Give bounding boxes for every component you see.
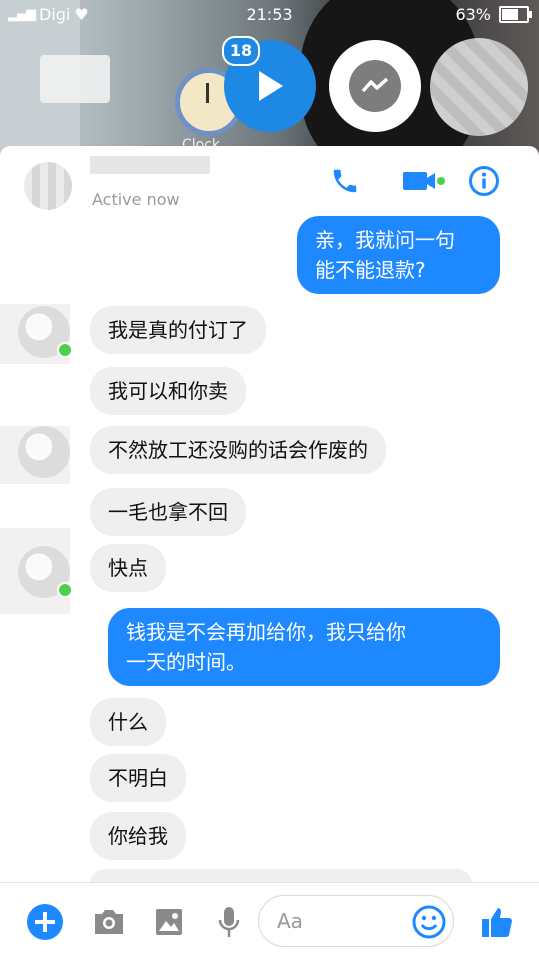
sender-avatar xyxy=(18,426,70,478)
messenger-icon xyxy=(349,60,401,112)
microphone-icon xyxy=(218,907,240,937)
background-widget xyxy=(40,55,110,103)
message-incoming[interactable]: 你给我 xyxy=(90,812,186,860)
emoji-button[interactable] xyxy=(410,903,448,941)
contact-avatar[interactable] xyxy=(24,162,72,210)
message-incoming[interactable]: 我可以和你卖 xyxy=(90,367,246,415)
camera-button[interactable] xyxy=(90,903,128,941)
online-indicator xyxy=(57,342,73,358)
message-incoming[interactable]: 一毛也拿不回 xyxy=(90,488,246,536)
status-bar: ▂▄▆ Digi ♥ 21:53 63% xyxy=(0,0,539,30)
message-incoming[interactable]: 我是真的付订了 xyxy=(90,306,266,354)
message-incoming[interactable]: 不明白 xyxy=(90,754,186,802)
phone-call-button[interactable] xyxy=(328,164,362,198)
conversation-info-button[interactable] xyxy=(467,164,501,198)
image-icon xyxy=(156,909,182,935)
camera-icon xyxy=(95,910,123,934)
contact-name-redacted xyxy=(90,156,210,174)
phone-icon xyxy=(333,169,357,193)
message-list[interactable]: 亲，我就问一句 能不能退款? 我是真的付订了 我可以和你卖 不然放工还没购的话会… xyxy=(0,216,539,899)
active-status: Active now xyxy=(92,190,180,209)
plus-icon xyxy=(27,904,63,940)
info-icon xyxy=(469,166,499,196)
smiley-icon xyxy=(412,905,446,939)
chat-header: Active now xyxy=(0,146,539,218)
voice-message-button[interactable] xyxy=(210,903,248,941)
more-actions-button[interactable] xyxy=(26,903,64,941)
thumbs-up-icon xyxy=(482,908,512,937)
message-outgoing[interactable]: 钱我是不会再加给你，我只给你 一天的时间。 xyxy=(108,608,500,686)
battery-percent: 63% xyxy=(455,5,491,24)
status-right: 63% xyxy=(455,5,532,24)
message-input-placeholder: Aa xyxy=(277,909,303,933)
play-icon xyxy=(259,71,283,101)
like-button[interactable] xyxy=(478,903,516,941)
message-incoming[interactable]: 不然放工还没购的话会作废的 xyxy=(90,426,386,474)
message-composer: Aa xyxy=(0,882,539,961)
contact-chat-head[interactable] xyxy=(430,38,528,136)
video-camera-icon xyxy=(403,172,445,190)
unread-count-badge: 18 xyxy=(222,36,260,66)
message-incoming[interactable]: 什么 xyxy=(90,698,166,746)
gallery-button[interactable] xyxy=(150,903,188,941)
messenger-chat-head[interactable] xyxy=(329,40,421,132)
online-indicator xyxy=(57,582,73,598)
message-outgoing[interactable]: 亲，我就问一句 能不能退款? xyxy=(297,216,500,294)
battery-icon xyxy=(499,6,532,23)
message-incoming[interactable]: 快点 xyxy=(90,544,166,592)
video-call-button[interactable] xyxy=(402,164,446,198)
